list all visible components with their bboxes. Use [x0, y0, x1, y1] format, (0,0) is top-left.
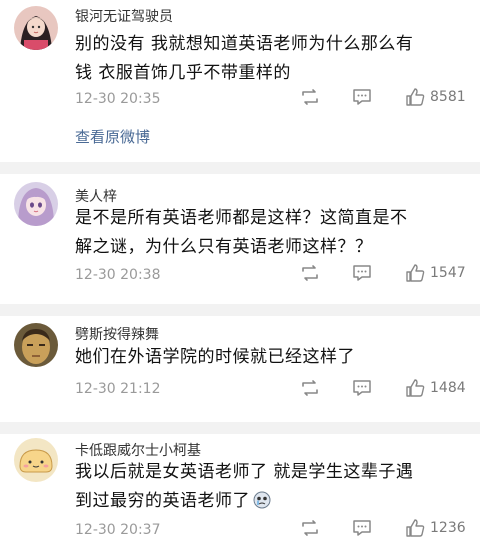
username[interactable]: 美人梓: [75, 186, 117, 206]
divider: [0, 422, 480, 434]
reply-button[interactable]: [352, 88, 372, 106]
reply-button[interactable]: [352, 519, 372, 537]
like-button[interactable]: 8581: [405, 88, 466, 106]
repost-icon: [302, 520, 318, 536]
repost-button[interactable]: [300, 88, 320, 106]
like-count: 1484: [430, 380, 466, 396]
thumbs-up-icon: [406, 88, 425, 106]
avatar[interactable]: [14, 6, 58, 50]
comment-text: 别的没有 我就想知道英语老师为什么那么有 钱 衣服首饰几乎不带重样的: [75, 34, 414, 83]
avatar[interactable]: [14, 182, 58, 226]
like-count: 8581: [430, 89, 466, 105]
comment-card-4: 卡低跟威尔士小柯基 我以后就是女英语老师了 就是学生这辈子遇 到过最穷的英语老师…: [0, 434, 480, 556]
timestamp: 12-30 20:35: [75, 91, 161, 107]
avatar[interactable]: [14, 323, 58, 367]
thumbs-up-icon: [406, 264, 425, 282]
timestamp: 12-30 20:38: [75, 267, 161, 283]
comment-card-3: 劈斯按得辣舞 她们在外语学院的时候就已经这样了 12-30 21:12 1484: [0, 316, 480, 422]
reply-button[interactable]: [352, 264, 372, 282]
comment-text: 是不是所有英语老师都是这样？这简直是不 解之谜，为什么只有英语老师这样？？: [75, 208, 408, 257]
comment-icon: [353, 380, 371, 396]
avatar-cartoon-bread-icon: [14, 438, 58, 482]
thumbs-up-icon: [406, 519, 425, 537]
avatar[interactable]: [14, 438, 58, 482]
repost-button[interactable]: [300, 379, 320, 397]
thumbs-up-icon: [406, 379, 425, 397]
crying-emoji-icon: [253, 490, 271, 509]
username[interactable]: 银河无证驾驶员: [75, 6, 173, 26]
like-button[interactable]: 1484: [405, 379, 466, 397]
username[interactable]: 劈斯按得辣舞: [75, 324, 159, 344]
avatar-face-icon: [14, 323, 58, 367]
repost-button[interactable]: [300, 264, 320, 282]
like-count: 1547: [430, 265, 466, 281]
comment-card-1: 银河无证驾驶员 别的没有 我就想知道英语老师为什么那么有 钱 衣服首饰几乎不带重…: [0, 0, 480, 162]
like-button[interactable]: 1236: [405, 519, 466, 537]
avatar-anime-girl-icon: [14, 182, 58, 226]
comment-icon: [353, 520, 371, 536]
view-original-weibo-link[interactable]: 查看原微博: [75, 126, 150, 147]
divider: [0, 162, 480, 174]
like-count: 1236: [430, 520, 466, 536]
comment-card-2: 美人梓 是不是所有英语老师都是这样？这简直是不 解之谜，为什么只有英语老师这样？…: [0, 174, 480, 304]
repost-icon: [302, 89, 318, 105]
reply-button[interactable]: [352, 379, 372, 397]
comment-icon: [353, 265, 371, 281]
username[interactable]: 卡低跟威尔士小柯基: [75, 440, 201, 460]
comment-text: 我以后就是女英语老师了 就是学生这辈子遇 到过最穷的英语老师了: [75, 462, 414, 511]
comment-text: 她们在外语学院的时候就已经这样了: [75, 347, 355, 367]
avatar-girl-icon: [14, 6, 58, 50]
like-button[interactable]: 1547: [405, 264, 466, 282]
repost-icon: [302, 380, 318, 396]
comment-icon: [353, 89, 371, 105]
timestamp: 12-30 21:12: [75, 381, 161, 397]
timestamp: 12-30 20:37: [75, 522, 161, 538]
repost-button[interactable]: [300, 519, 320, 537]
divider: [0, 304, 480, 316]
repost-icon: [302, 265, 318, 281]
